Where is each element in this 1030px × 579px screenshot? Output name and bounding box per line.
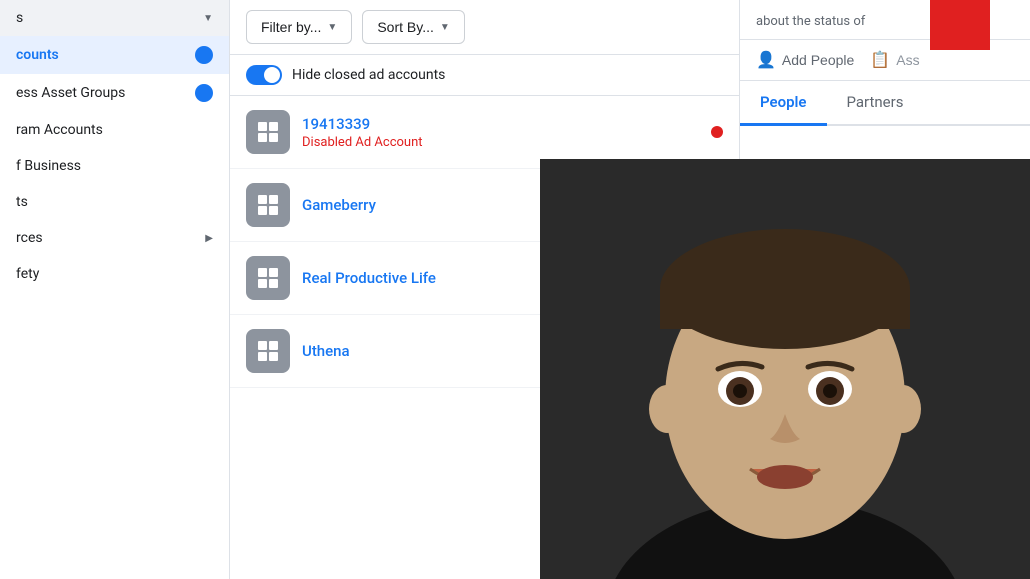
toggle-label: Hide closed ad accounts [292,67,445,83]
ad-account-icon [256,120,280,144]
sidebar-item-instagram[interactable]: ram Accounts [0,112,229,148]
sidebar-item-asset-groups[interactable]: ess Asset Groups [0,74,229,112]
asset-groups-badge [195,84,213,102]
sidebar-item-ts-label: ts [16,194,28,210]
ad-account-icon [256,193,280,217]
filter-chevron-icon: ▼ [327,22,337,33]
account-icon-gameberry [246,183,290,227]
sidebar-item-asset-groups-label: ess Asset Groups [16,85,125,101]
account-icon-19413339 [246,110,290,154]
sidebar-item-ts[interactable]: ts [0,184,229,220]
ad-account-icon [256,339,280,363]
account-icon-rpl [246,256,290,300]
sidebar-item-accounts[interactable]: counts [0,36,229,74]
sidebar-item-safety-label: fety [16,266,39,282]
accounts-badge [195,46,213,64]
chevron-down-icon: ▼ [203,13,213,24]
sidebar-item-line-of-business[interactable]: f Business [0,148,229,184]
sidebar-item-safety[interactable]: fety [0,256,229,292]
sidebar-item-top[interactable]: s ▼ [0,0,229,36]
sidebar-item-resources-label: rces [16,230,43,246]
sidebar-item-resources[interactable]: rces ▶ [0,220,229,256]
sidebar: s ▼ counts ess Asset Groups ram Accounts… [0,0,230,579]
sidebar-item-instagram-label: ram Accounts [16,122,103,138]
ad-account-icon [256,266,280,290]
person-illustration [540,159,1030,579]
sort-chevron-icon: ▼ [440,22,450,33]
video-overlay [540,0,1030,579]
sort-button[interactable]: Sort By... ▼ [362,10,464,44]
sort-label: Sort By... [377,19,434,35]
red-box-indicator [930,0,990,50]
video-face [540,159,1030,579]
chevron-right-icon: ▶ [205,233,213,244]
sidebar-item-lob-label: f Business [16,158,81,174]
account-icon-uthena [246,329,290,373]
filter-label: Filter by... [261,19,321,35]
hide-closed-toggle[interactable] [246,65,282,85]
sidebar-item-top-label: s [16,10,23,26]
filter-button[interactable]: Filter by... ▼ [246,10,352,44]
sidebar-item-accounts-label: counts [16,47,59,63]
